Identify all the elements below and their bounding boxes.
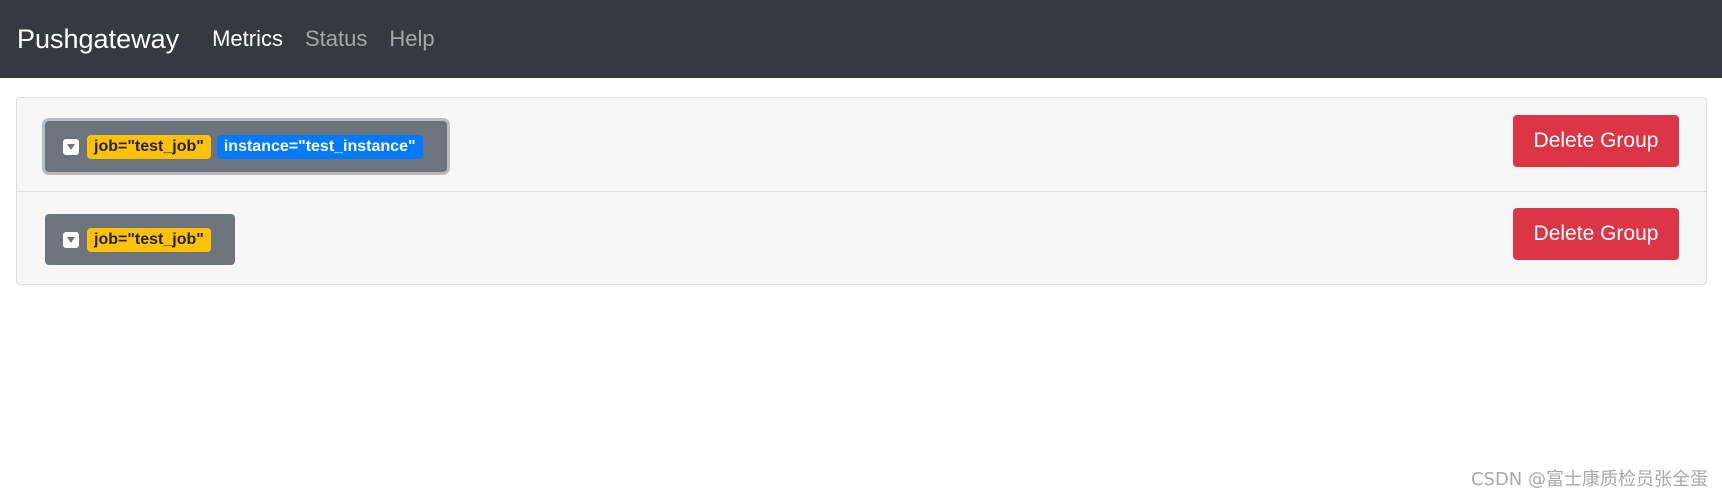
- brand-logo[interactable]: Pushgateway: [17, 24, 179, 55]
- watermark-text: CSDN @富士康质检员张全蛋: [1470, 469, 1708, 490]
- label-badge-instance: instance="test_instance": [216, 134, 423, 159]
- group-toggle-button[interactable]: job="test_job" instance="test_instance": [45, 121, 447, 172]
- label-badge-job: job="test_job": [87, 227, 211, 252]
- group-toggle-button[interactable]: job="test_job": [45, 214, 235, 265]
- nav-link-help[interactable]: Help: [389, 26, 434, 52]
- caret-down-square-icon: [63, 138, 79, 155]
- nav-link-status[interactable]: Status: [305, 26, 367, 52]
- metric-group-row: job="test_job" Delete Group: [17, 192, 1706, 285]
- metric-group-row: job="test_job" instance="test_instance" …: [17, 98, 1706, 192]
- label-badge-job: job="test_job": [87, 134, 211, 159]
- metric-groups-card: job="test_job" instance="test_instance" …: [16, 97, 1707, 285]
- caret-down-square-icon: [63, 231, 79, 248]
- delete-group-button[interactable]: Delete Group: [1513, 115, 1679, 167]
- delete-group-button[interactable]: Delete Group: [1513, 208, 1679, 260]
- navbar: Pushgateway Metrics Status Help: [0, 0, 1722, 78]
- nav-link-metrics[interactable]: Metrics: [212, 26, 283, 52]
